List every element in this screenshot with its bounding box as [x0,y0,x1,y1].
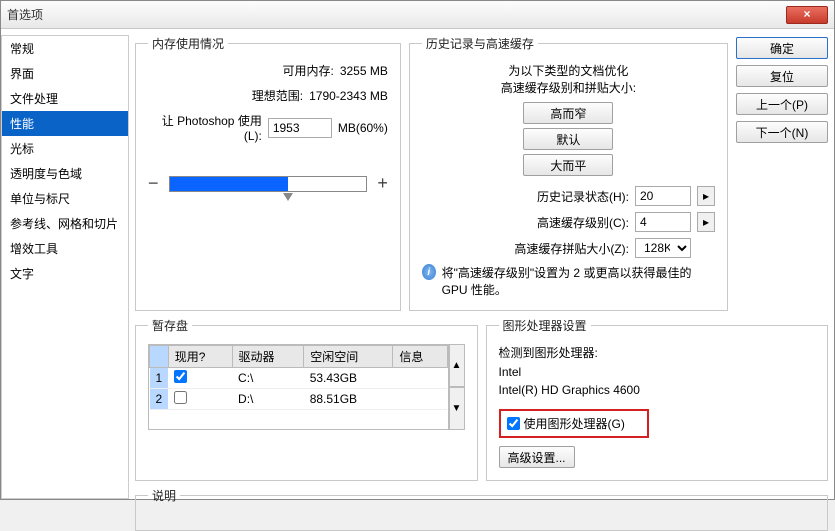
slider-fill [170,177,288,191]
cache-tile-label: 高速缓存拼贴大小(Z): [514,240,629,257]
available-mem-value: 3255 MB [340,64,388,78]
cache-levels-input[interactable] [635,212,691,232]
gpu-legend: 图形处理器设置 [499,317,591,334]
cache-levels-stepper[interactable]: ▸ [697,212,715,232]
window-title: 首选项 [7,6,786,23]
row-num: 1 [150,368,169,389]
row-active[interactable] [168,389,232,410]
ideal-range-label: 理想范围: [252,87,303,104]
sidebar-item-9[interactable]: 文字 [2,261,128,286]
row-drive: D:\ [232,389,304,410]
desc-legend: 说明 [148,487,180,504]
table-row[interactable]: 1 C:\53.43GB [150,368,448,389]
cache-tile-select[interactable]: 128K [635,238,691,258]
sidebar-item-0[interactable]: 常规 [2,36,128,61]
use-gpu-checkbox-wrap[interactable]: 使用图形处理器(G) [499,409,649,438]
history-footer: 将"高速缓存级别"设置为 2 或更高以获得最佳的 GPU 性能。 [442,264,715,298]
sidebar-item-4[interactable]: 光标 [2,136,128,161]
sidebar-item-3[interactable]: 性能 [2,111,128,136]
scratch-down-button[interactable]: ▼ [449,387,465,430]
memory-slider[interactable] [169,176,368,192]
cache-levels-label: 高速缓存级别(C): [537,214,629,231]
col-active: 现用? [168,346,232,368]
ok-button[interactable]: 确定 [736,37,828,59]
history-note1: 为以下类型的文档优化 [422,62,715,79]
available-mem-label: 可用内存: [282,62,333,79]
reset-button[interactable]: 复位 [736,65,828,87]
let-ps-use-label: 让 Photoshop 使用(L): [148,112,262,143]
memory-legend: 内存使用情况 [148,35,228,52]
gpu-detected-label: 检测到图形处理器: [499,344,816,361]
table-row[interactable]: 2 D:\88.51GB [150,389,448,410]
sidebar-item-6[interactable]: 单位与标尺 [2,186,128,211]
memory-unit: MB(60%) [338,121,388,135]
col-info: 信息 [393,346,447,368]
scratch-table: 现用? 驱动器 空闲空间 信息 1 C:\53.43GB 2 D:\88.51GB [149,345,448,410]
big-flat-button[interactable]: 大而平 [523,154,613,176]
slider-thumb[interactable] [283,193,293,201]
use-gpu-label: 使用图形处理器(G) [524,415,625,432]
col-free: 空闲空间 [304,346,393,368]
active-checkbox[interactable] [174,370,187,383]
gpu-model: Intel(R) HD Graphics 4600 [499,383,816,397]
row-info [393,368,447,389]
history-states-input[interactable] [635,186,691,206]
slider-minus[interactable]: − [148,173,159,194]
history-legend: 历史记录与高速缓存 [422,35,538,52]
row-info [393,389,447,410]
sidebar-item-8[interactable]: 增效工具 [2,236,128,261]
gpu-vendor: Intel [499,365,816,379]
use-gpu-checkbox[interactable] [507,417,520,430]
col-num [150,346,169,368]
sidebar-item-5[interactable]: 透明度与色域 [2,161,128,186]
row-free: 53.43GB [304,368,393,389]
col-drive: 驱动器 [232,346,304,368]
row-active[interactable] [168,368,232,389]
ideal-range-value: 1790-2343 MB [309,89,388,103]
category-sidebar: 常规界面文件处理性能光标透明度与色域单位与标尺参考线、网格和切片增效工具文字 [1,35,129,499]
row-num: 2 [150,389,169,410]
memory-input[interactable] [268,118,332,138]
prev-button[interactable]: 上一个(P) [736,93,828,115]
sidebar-item-2[interactable]: 文件处理 [2,86,128,111]
slider-plus[interactable]: + [377,173,388,194]
default-button[interactable]: 默认 [523,128,613,150]
scratch-legend: 暂存盘 [148,317,192,334]
history-states-label: 历史记录状态(H): [537,188,629,205]
close-button[interactable]: × [786,6,828,24]
row-free: 88.51GB [304,389,393,410]
tall-thin-button[interactable]: 高而窄 [523,102,613,124]
history-note2: 高速缓存级别和拼贴大小: [422,79,715,96]
next-button[interactable]: 下一个(N) [736,121,828,143]
active-checkbox[interactable] [174,391,187,404]
info-icon: i [422,264,436,280]
history-states-stepper[interactable]: ▸ [697,186,715,206]
row-drive: C:\ [232,368,304,389]
sidebar-item-7[interactable]: 参考线、网格和切片 [2,211,128,236]
sidebar-item-1[interactable]: 界面 [2,61,128,86]
scratch-up-button[interactable]: ▲ [449,344,465,387]
gpu-advanced-button[interactable]: 高级设置... [499,446,575,468]
